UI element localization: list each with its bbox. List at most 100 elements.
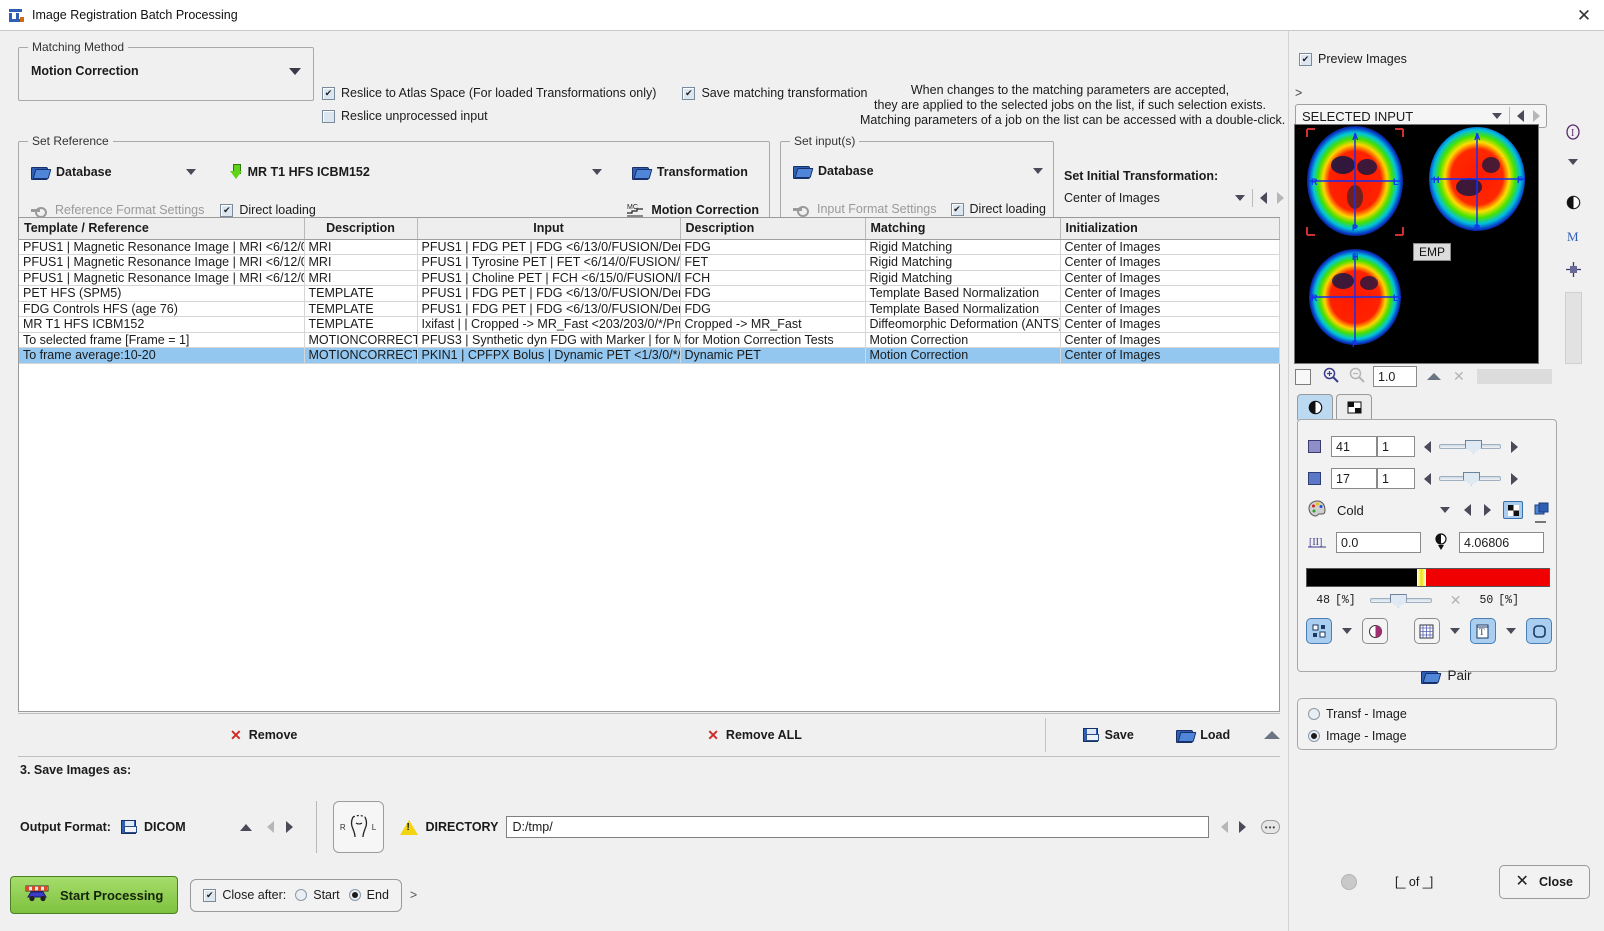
close-button[interactable]: ✕ Close (1498, 865, 1590, 899)
colortable-chevron-down-icon[interactable] (1440, 507, 1450, 513)
directory-input[interactable]: D:/tmp/ (506, 816, 1209, 838)
slice-index-input[interactable]: 41 (1331, 436, 1377, 457)
reslice-unprocessed-checkbox[interactable]: Reslice unprocessed input (322, 109, 488, 123)
volume-index-input[interactable]: 17 (1331, 468, 1377, 489)
min-threshold-input[interactable]: 0.0 (1336, 532, 1421, 553)
blend-mode-button[interactable] (1362, 618, 1389, 644)
initial-transformation-chevron-down-icon[interactable] (1235, 195, 1245, 201)
info-circle-icon[interactable]: I (1565, 124, 1581, 143)
slice-step-input[interactable]: 1 (1377, 436, 1415, 457)
reference-motion-correction-label[interactable]: Motion Correction (651, 203, 759, 217)
preview-menu-chevron-down-icon[interactable] (1568, 159, 1578, 165)
start-processing-button[interactable]: Start Processing (10, 876, 179, 914)
transformation-button-label[interactable]: Transformation (657, 165, 748, 179)
close-after-start-radio[interactable]: Start (295, 888, 340, 902)
table-row[interactable]: To selected frame [Frame = 1] MOTIONCORR… (19, 332, 1280, 348)
grid-overlay-button[interactable] (1413, 618, 1440, 644)
column-header-template[interactable]: Template / Reference (19, 218, 305, 240)
percent-clear-x-icon[interactable]: ✕ (1450, 592, 1462, 609)
jobs-table-container[interactable]: Template / Reference Description Input D… (18, 217, 1280, 712)
contrast-icon[interactable] (1566, 195, 1581, 213)
reset-view-button[interactable] (1295, 368, 1311, 385)
selected-input-next-arrow-icon[interactable] (1533, 110, 1540, 122)
zoom-out-icon[interactable] (1349, 367, 1365, 386)
remove-all-button[interactable]: ✕ Remove ALL (707, 728, 802, 742)
selected-input-chevron-down-icon[interactable] (1492, 113, 1502, 119)
volume-slider[interactable] (1439, 471, 1501, 486)
close-after-end-radio-dot[interactable] (348, 889, 361, 901)
slice-slider[interactable] (1439, 439, 1501, 454)
column-header-description-2[interactable]: Description (680, 218, 866, 240)
volume-slider-thumb[interactable] (1463, 471, 1480, 486)
preview-images-checkbox[interactable]: Preview Images (1299, 52, 1407, 66)
fusion-mode-button[interactable] (1306, 618, 1333, 644)
volume-next-arrow-icon[interactable] (1511, 472, 1518, 485)
table-row[interactable]: PET HFS (SPM5) TEMPLATE PFUS1 | FDG PET … (19, 285, 1280, 302)
pair-option-image-image-dot[interactable] (1308, 730, 1320, 742)
sidebar-expand-marker[interactable]: > (1295, 86, 1302, 100)
table-row[interactable]: MR T1 HFS ICBM152 TEMPLATE Ixifast | | C… (19, 316, 1280, 333)
slice-prev-arrow-icon[interactable] (1424, 440, 1431, 453)
save-matching-checkbox-box[interactable] (682, 86, 696, 100)
table-row-selected[interactable]: To frame average:10-20 MOTIONCORRECTIO P… (19, 347, 1280, 364)
table-row[interactable]: PFUS1 | Magnetic Resonance Image | MRI <… (19, 239, 1280, 255)
annotation-chevron-down-icon[interactable] (1506, 628, 1516, 634)
input-source-chevron-down-icon[interactable] (1033, 168, 1043, 174)
pair-option-transf-image-dot[interactable] (1308, 708, 1320, 720)
reference-source-chevron-down-icon[interactable] (185, 168, 196, 175)
zoom-collapse-up-icon[interactable] (1427, 373, 1441, 380)
grid-overlay-chevron-down-icon[interactable] (1449, 628, 1460, 634)
initial-transformation-next-arrow-icon[interactable] (1277, 192, 1284, 204)
pair-option-image-image[interactable]: Image - Image (1308, 729, 1407, 743)
percent-slider[interactable] (1369, 593, 1432, 608)
reference-direct-loading-box[interactable] (220, 203, 234, 217)
close-window-button[interactable]: ✕ (1573, 4, 1595, 26)
zoom-in-icon[interactable] (1323, 367, 1339, 386)
selected-input-prev-arrow-icon[interactable] (1517, 110, 1524, 122)
pair-button[interactable]: Pair (1289, 668, 1604, 684)
close-after-checkbox-box[interactable] (203, 888, 217, 902)
column-header-matching[interactable]: Matching (865, 218, 1061, 240)
zoom-level-input[interactable]: 1.0 (1373, 366, 1417, 387)
footer-expand-marker[interactable]: > (410, 888, 417, 902)
directory-browse-button[interactable]: ••• (1261, 820, 1280, 834)
image-preview-panel[interactable]: A P R L A P H F H F R L EMP (1294, 124, 1539, 364)
save-matching-checkbox[interactable]: Save matching transformation (682, 86, 868, 100)
colortable-copy-icon[interactable] (1534, 502, 1550, 519)
reslice-atlas-checkbox-box[interactable] (322, 86, 335, 100)
directory-next-arrow-icon[interactable] (1238, 821, 1246, 833)
collapse-up-arrow-icon[interactable] (1264, 730, 1280, 739)
directory-prev-arrow-icon[interactable] (1220, 821, 1228, 833)
load-button[interactable]: Load (1176, 728, 1230, 743)
close-after-end-radio[interactable]: End (348, 888, 389, 902)
slice-slider-thumb[interactable] (1465, 439, 1482, 454)
reslice-atlas-checkbox[interactable]: Reslice to Atlas Space (For loaded Trans… (322, 86, 656, 100)
max-threshold-input[interactable]: 4.06806 (1459, 532, 1544, 553)
table-row[interactable]: FDG Controls HFS (age 76) TEMPLATE PFUS1… (19, 301, 1280, 317)
color-scale-bar[interactable] (1306, 568, 1550, 587)
colortable-prev-arrow-icon[interactable] (1464, 504, 1471, 516)
reference-direct-loading-checkbox[interactable]: Direct loading (220, 203, 316, 217)
preview-vertical-scrollbar[interactable] (1564, 292, 1582, 364)
percent-slider-thumb[interactable] (1389, 593, 1407, 608)
slice-next-arrow-icon[interactable] (1511, 440, 1518, 453)
volume-step-input[interactable]: 1 (1377, 468, 1415, 489)
remove-button[interactable]: ✕ Remove (230, 728, 297, 742)
column-header-initialization[interactable]: Initialization (1060, 218, 1280, 240)
fusion-mode-chevron-down-icon[interactable] (1342, 628, 1353, 634)
tab-layout[interactable] (1336, 394, 1372, 420)
output-format-next-arrow-icon[interactable] (285, 821, 293, 833)
outline-button[interactable] (1526, 618, 1553, 644)
close-after-checkbox[interactable]: Close after: (203, 888, 286, 902)
preview-images-checkbox-box[interactable] (1299, 52, 1312, 66)
zoom-clear-x-icon[interactable]: ✕ (1453, 368, 1465, 385)
matching-method-chevron-down-icon[interactable] (289, 67, 301, 75)
colortable-invert-button[interactable] (1503, 501, 1523, 519)
crosshair-move-icon[interactable] (1565, 262, 1581, 280)
table-row[interactable]: PFUS1 | Magnetic Resonance Image | MRI <… (19, 254, 1280, 271)
output-format-up-arrow-icon[interactable] (240, 823, 253, 831)
reslice-unprocessed-checkbox-box[interactable] (322, 109, 335, 123)
close-after-start-radio-dot[interactable] (295, 889, 308, 901)
m-marker-icon[interactable]: M (1566, 229, 1581, 246)
input-direct-loading-box[interactable] (950, 202, 964, 216)
